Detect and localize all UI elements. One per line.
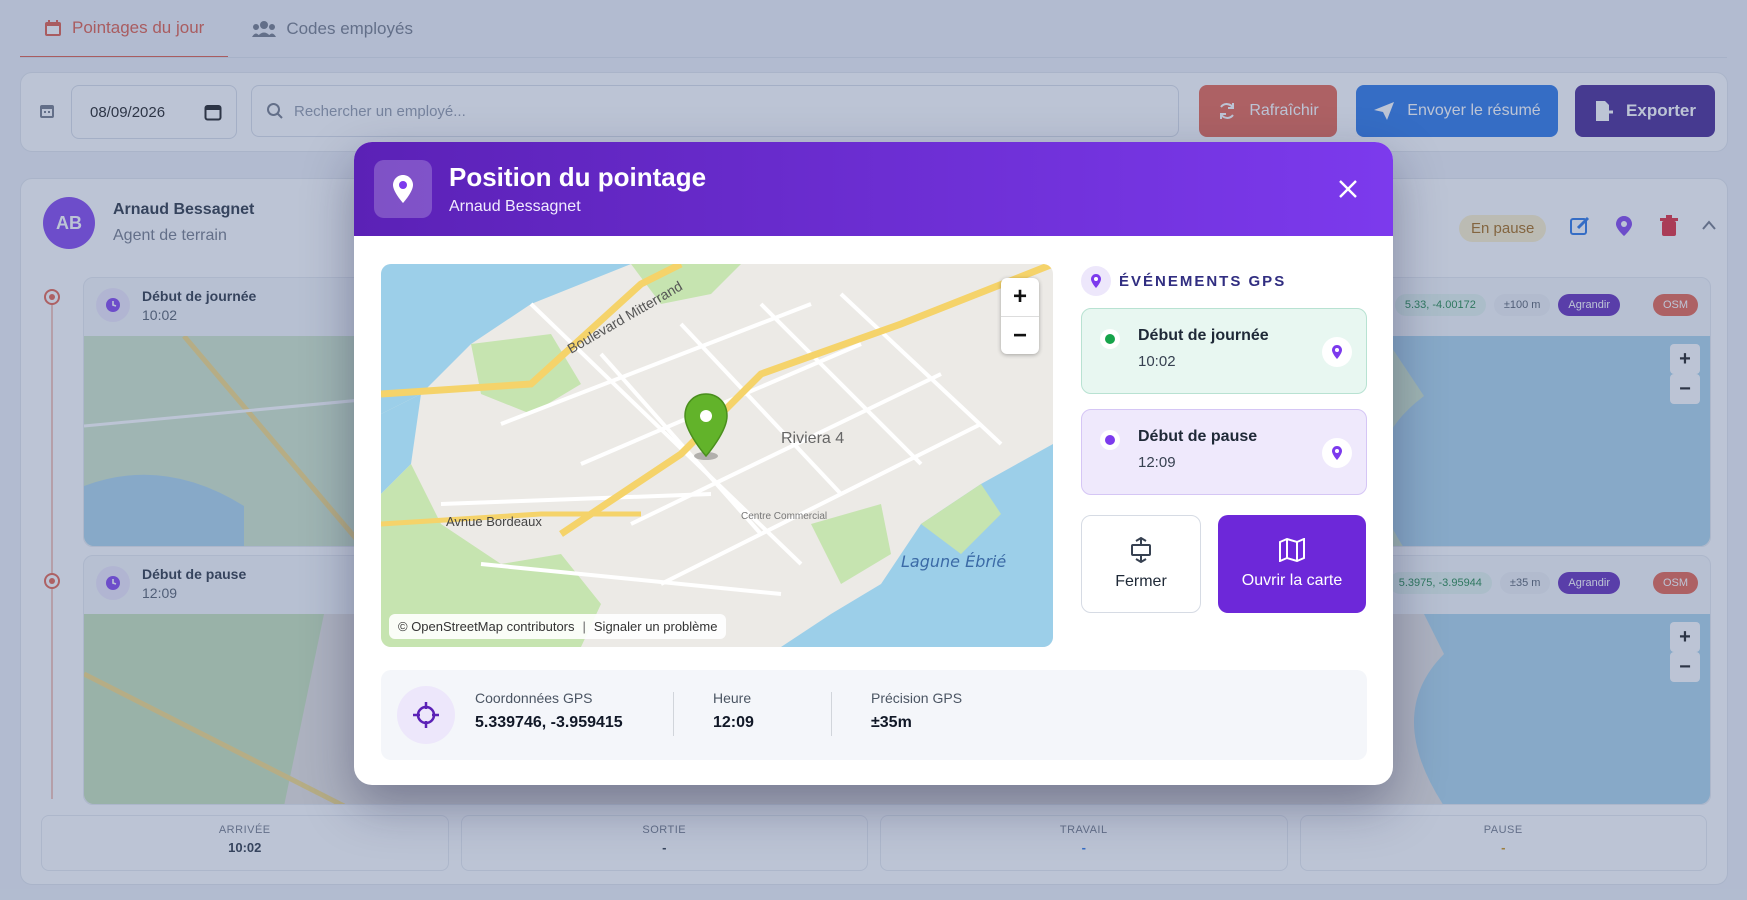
modal-subtitle: Arnaud Bessagnet bbox=[449, 198, 581, 215]
info-value: 5.339746, -3.959415 bbox=[475, 714, 623, 731]
osm-attribution-link[interactable]: © OpenStreetMap contributors bbox=[398, 619, 575, 634]
status-dot-icon bbox=[1100, 329, 1120, 349]
map-pin-icon[interactable] bbox=[1322, 438, 1352, 468]
map-label-riviera: Riviera 4 bbox=[781, 430, 844, 447]
open-map-label: Ouvrir la carte bbox=[1241, 572, 1343, 589]
modal-map[interactable]: Boulevard Mitterrand Avnue Bordeaux Rivi… bbox=[381, 264, 1053, 647]
map-icon bbox=[1279, 538, 1305, 562]
info-value: 12:09 bbox=[713, 714, 754, 731]
info-value: ±35m bbox=[871, 714, 912, 731]
zoom-in-button[interactable]: + bbox=[1001, 278, 1039, 316]
close-label: Fermer bbox=[1115, 573, 1167, 590]
gps-event-title: Début de pause bbox=[1138, 428, 1258, 445]
map-label-centre: Centre Commercial bbox=[741, 511, 827, 522]
close-modal-button[interactable]: Fermer bbox=[1081, 515, 1201, 613]
map-attribution: © OpenStreetMap contributors | Signaler … bbox=[389, 614, 727, 639]
map-pin-icon[interactable] bbox=[1322, 337, 1352, 367]
map-canvas[interactable]: Boulevard Mitterrand Avnue Bordeaux Rivi… bbox=[381, 264, 1053, 647]
gps-events-title: ÉVÉNEMENTS GPS bbox=[1119, 272, 1287, 290]
gps-events-header: ÉVÉNEMENTS GPS bbox=[1081, 266, 1286, 296]
crosshair-icon bbox=[397, 686, 455, 744]
modal-title: Position du pointage bbox=[449, 162, 707, 192]
info-label: Précision GPS bbox=[871, 690, 963, 706]
info-time: Heure 12:09 bbox=[713, 690, 754, 732]
divider bbox=[673, 692, 674, 736]
modal-header: Position du pointage Arnaud Bessagnet bbox=[354, 142, 1393, 236]
map-pin-icon bbox=[374, 160, 432, 218]
open-map-button[interactable]: Ouvrir la carte bbox=[1218, 515, 1366, 613]
position-modal: Position du pointage Arnaud Bessagnet Bo… bbox=[354, 142, 1393, 785]
info-label: Coordonnées GPS bbox=[475, 690, 593, 706]
gps-event-time: 12:09 bbox=[1138, 454, 1176, 471]
info-label: Heure bbox=[713, 690, 752, 706]
gps-event-card[interactable]: Début de journée 10:02 bbox=[1081, 308, 1367, 394]
report-problem-link[interactable]: Signaler un problème bbox=[594, 619, 718, 634]
gps-event-card[interactable]: Début de pause 12:09 bbox=[1081, 409, 1367, 495]
divider bbox=[831, 692, 832, 736]
gps-event-time: 10:02 bbox=[1138, 353, 1176, 370]
close-icon[interactable] bbox=[1333, 174, 1363, 204]
info-precision: Précision GPS ±35m bbox=[871, 690, 962, 732]
map-zoom-control: + − bbox=[1001, 278, 1039, 354]
map-pin-icon bbox=[1081, 266, 1111, 296]
map-label-avenue: Avnue Bordeaux bbox=[446, 514, 542, 529]
gps-info-bar: Coordonnées GPS 5.339746, -3.959415 Heur… bbox=[381, 670, 1367, 760]
status-dot-icon bbox=[1100, 430, 1120, 450]
gps-event-title: Début de journée bbox=[1138, 327, 1269, 344]
collapse-icon bbox=[1131, 537, 1151, 563]
info-coordinates: Coordonnées GPS 5.339746, -3.959415 bbox=[475, 690, 623, 732]
attribution-separator: | bbox=[582, 619, 586, 634]
zoom-out-button[interactable]: − bbox=[1001, 316, 1039, 354]
map-label-lagune: Lagune Ébrié bbox=[901, 552, 1006, 571]
